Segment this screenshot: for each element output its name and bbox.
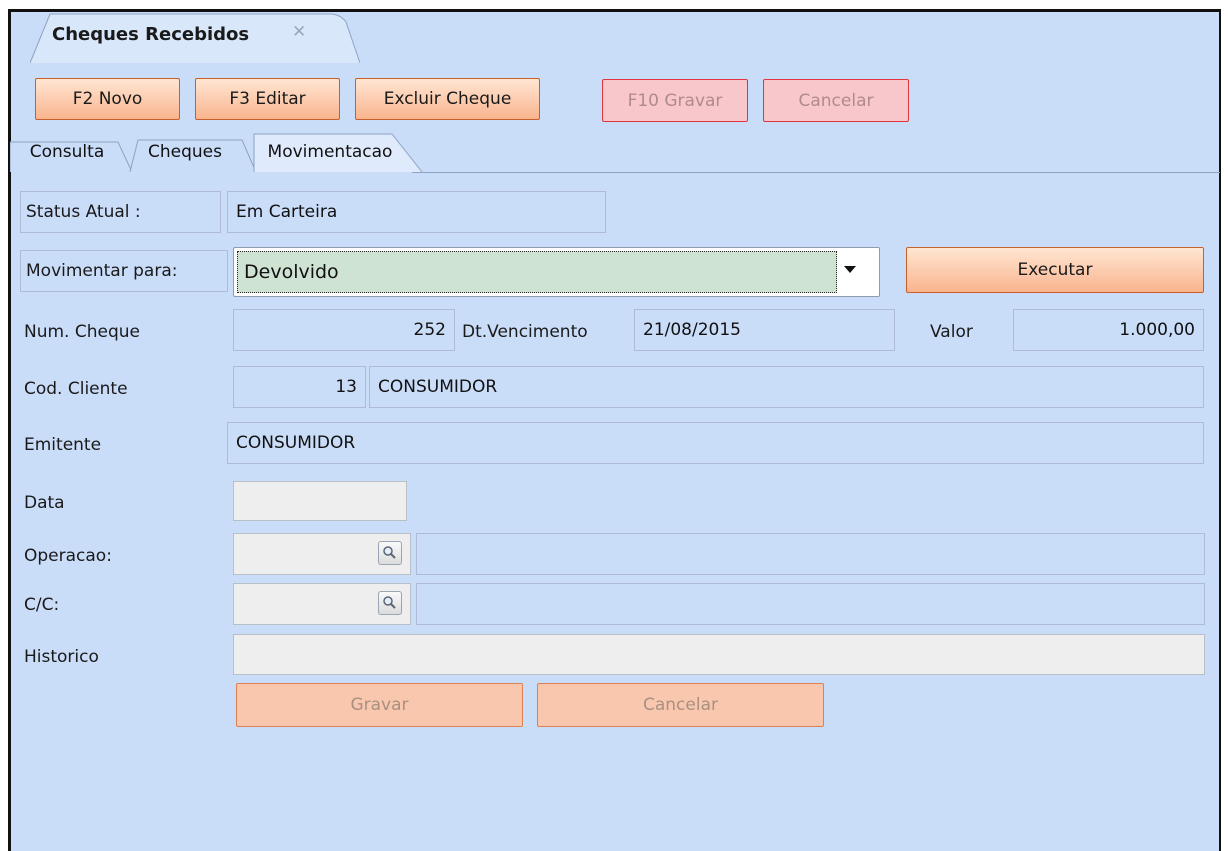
status-value: Em Carteira (227, 191, 606, 233)
movimentar-select-value: Devolvido (237, 251, 837, 293)
cod-cliente-label: Cod. Cliente (24, 379, 128, 399)
close-icon[interactable]: ✕ (292, 22, 306, 42)
execute-button[interactable]: Executar (906, 247, 1204, 293)
cancelar-button[interactable]: Cancelar (537, 683, 824, 727)
emitente-label: Emitente (24, 435, 102, 455)
movimentar-select[interactable]: Devolvido (233, 247, 880, 297)
cc-search-icon[interactable] (378, 591, 402, 615)
cc-desc-field (416, 583, 1205, 625)
emitente-field[interactable]: CONSUMIDOR (227, 422, 1204, 464)
tab-cheques[interactable]: Cheques (135, 132, 235, 172)
edit-button[interactable]: F3 Editar (195, 78, 340, 120)
tab-movimentacao[interactable]: Movimentacao (255, 132, 405, 172)
vencimento-field[interactable]: 21/08/2015 (634, 309, 895, 351)
window-title: Cheques Recebidos (52, 24, 250, 45)
vencimento-label: Dt.Vencimento (462, 322, 588, 342)
tab-consulta[interactable]: Consulta (12, 132, 122, 172)
num-cheque-label: Num. Cheque (24, 322, 140, 342)
gravar-button[interactable]: Gravar (236, 683, 523, 727)
cancel-button[interactable]: Cancelar (763, 79, 909, 122)
valor-label: Valor (930, 322, 973, 342)
movimentar-label: Movimentar para: (20, 250, 228, 292)
delete-check-button[interactable]: Excluir Cheque (355, 78, 540, 120)
chevron-down-icon[interactable] (844, 266, 856, 273)
operacao-desc-field (416, 533, 1205, 575)
cliente-name-field: CONSUMIDOR (369, 366, 1204, 408)
tab-baseline (412, 172, 1220, 173)
historico-field[interactable] (233, 634, 1205, 675)
num-cheque-field[interactable]: 252 (233, 309, 455, 351)
historico-label: Historico (24, 647, 99, 667)
data-field[interactable] (233, 481, 407, 521)
data-label: Data (24, 493, 65, 513)
valor-field[interactable]: 1.000,00 (1013, 309, 1204, 351)
cc-label: C/C: (24, 595, 60, 615)
operacao-search-icon[interactable] (378, 541, 402, 565)
new-button[interactable]: F2 Novo (35, 78, 180, 120)
operacao-label: Operacao: (24, 546, 112, 566)
save-button[interactable]: F10 Gravar (602, 79, 748, 122)
status-label: Status Atual : (20, 191, 221, 233)
cod-cliente-field[interactable]: 13 (233, 366, 366, 408)
